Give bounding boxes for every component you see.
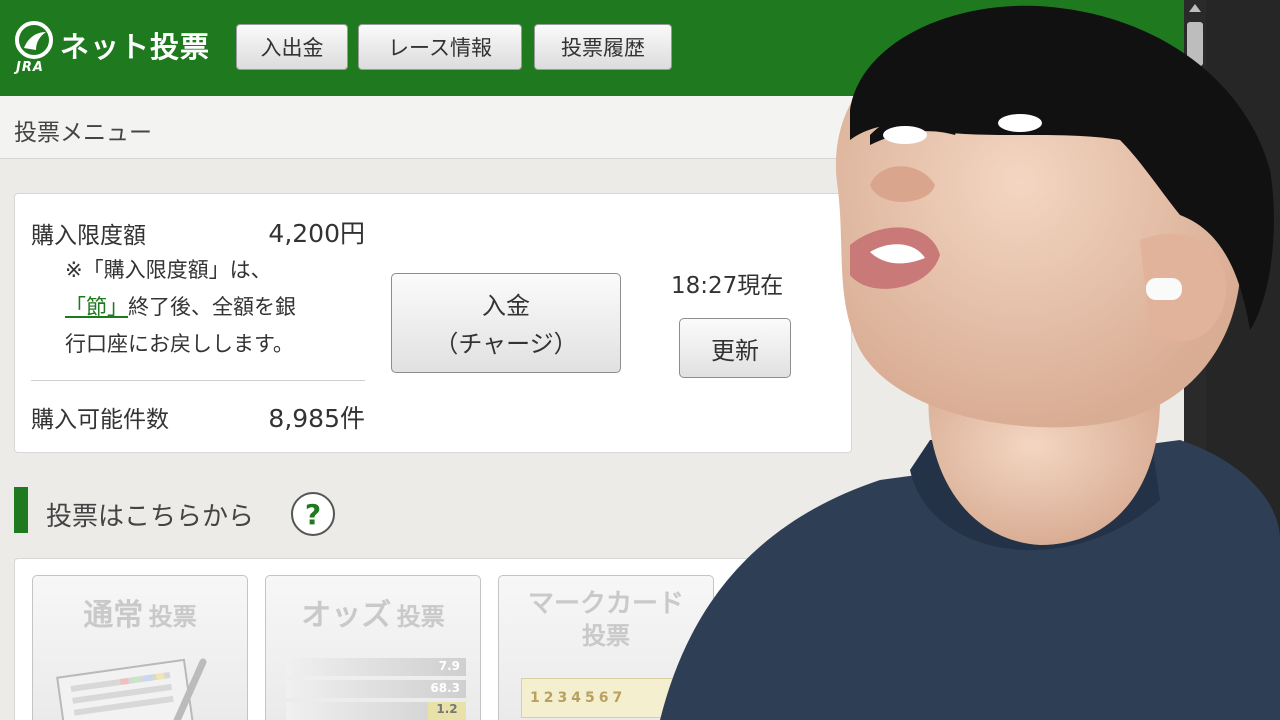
page-title: 投票メニュー <box>14 120 152 146</box>
limit-note-line2-text: 終了後、全額を銀 <box>128 295 296 319</box>
betting-slip-illustration-icon <box>56 658 207 720</box>
voting-section-title: 投票はこちらから <box>46 502 255 532</box>
limit-note-line1: ※「購入限度額」は、 <box>65 258 272 282</box>
odds-vote-card[interactable]: オッズ 投票 7.9 68.3 1.2 <box>265 575 481 720</box>
logo-jra-text: JRA <box>16 60 44 75</box>
charge-button-sublabel: （チャージ） <box>434 330 578 358</box>
jra-logo[interactable]: JRA ネット投票 <box>14 18 224 78</box>
purchasable-count-label: 購入可能件数 <box>31 407 169 433</box>
markcard-digit: 2 <box>543 690 554 706</box>
streamer-webcam-overlay <box>660 5 1280 720</box>
markcard-digit: 5 <box>585 690 595 706</box>
limit-note: ※「購入限度額」は、 「節」終了後、全額を銀 行口座にお戻しします。 <box>65 252 375 363</box>
nav-race-info-button[interactable]: レース情報 <box>358 24 522 70</box>
odds-vote-title-main: オッズ <box>301 598 392 633</box>
markcard-digit: 7 <box>612 690 623 706</box>
limit-note-line2: 「節」終了後、全額を銀 <box>65 289 375 326</box>
normal-vote-title: 通常 投票 <box>33 590 247 634</box>
nav-deposit-withdraw-button[interactable]: 入出金 <box>236 24 348 70</box>
markcard-digit: 3 <box>557 690 568 706</box>
setsu-link[interactable]: 「節」 <box>65 295 128 319</box>
odds-value-1: 7.9 <box>438 659 460 673</box>
charge-button-label: 入金 <box>482 292 530 320</box>
charge-button[interactable]: 入金 （チャージ） <box>391 273 621 373</box>
odds-value-3: 1.2 <box>428 702 466 720</box>
purchase-limit-value: 4,200円 <box>268 219 365 248</box>
limit-note-line3: 行口座にお戻しします。 <box>65 332 294 356</box>
odds-value-2: 68.3 <box>430 681 460 695</box>
panel-divider <box>31 380 365 381</box>
normal-vote-card[interactable]: 通常 投票 <box>32 575 248 720</box>
section-accent-bar <box>14 487 28 533</box>
logo-title: ネット投票 <box>60 30 211 64</box>
normal-vote-title-sub: 投票 <box>148 603 197 631</box>
markcard-digit: 4 <box>571 690 581 706</box>
odds-table-illustration: 7.9 68.3 1.2 <box>286 658 466 720</box>
odds-vote-title-sub: 投票 <box>396 603 445 631</box>
markcard-digit: 6 <box>598 690 609 706</box>
purchasable-count-value: 8,985件 <box>268 404 365 433</box>
jra-horse-logo-icon <box>15 21 53 59</box>
help-icon[interactable]: ? <box>291 492 335 536</box>
purchase-limit-label: 購入限度額 <box>31 223 146 249</box>
normal-vote-title-main: 通常 <box>83 598 144 633</box>
markcard-digit: 1 <box>530 690 540 706</box>
odds-vote-title: オッズ 投票 <box>266 590 480 634</box>
